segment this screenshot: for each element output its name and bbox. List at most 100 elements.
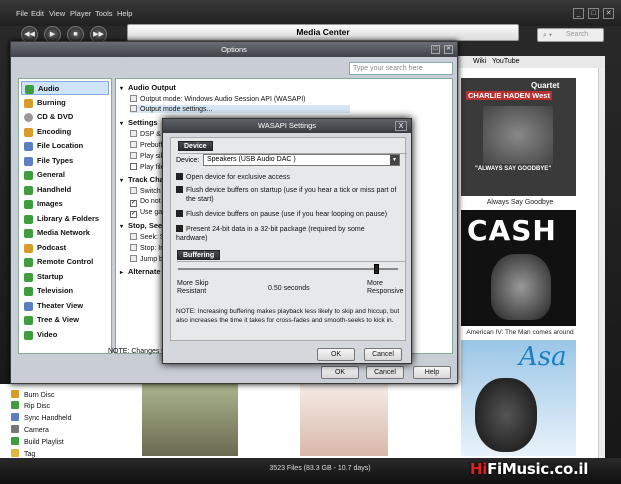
output-mode-row[interactable]: Output mode: Windows Audio Session API (… [130,95,305,103]
menu-edit[interactable]: Edit [31,9,44,18]
options-help-button[interactable]: Help [413,366,451,379]
nav-file-types[interactable]: File Types [21,154,109,168]
present-24bit-row[interactable]: Present 24-bit data in a 32-bit package … [176,225,398,243]
flush-pause-row[interactable]: Flush device buffers on pause (use if yo… [176,210,398,219]
camera-icon [11,425,19,433]
album-photo [475,378,537,452]
wasapi-settings-dialog: WASAPI Settings X Device Device: Speaker… [162,118,412,364]
nav-file-location[interactable]: File Location [21,139,109,153]
nav-tree-view[interactable]: Tree & View [21,313,109,327]
collapse-arrow-icon: ▾ [120,178,124,184]
nav-general[interactable]: General [21,168,109,182]
tab-youtube[interactable]: YouTube [492,58,520,65]
options-ok-button[interactable]: OK [321,366,359,379]
theater-icon [24,302,33,311]
close-icon[interactable]: ✕ [603,8,614,19]
tree-item-rip-disc[interactable]: Rip Disc [11,401,50,410]
menu-file[interactable]: File [16,9,28,18]
device-select[interactable]: Speakers (USB Audio DAC ) ▼ [203,154,400,166]
nav-label: Burning [37,98,66,107]
encoding-icon [24,128,33,137]
row-label: Flush device buffers on pause (use if yo… [186,211,388,218]
thumbnail-2[interactable] [300,384,388,456]
row-label: Output mode settings... [140,106,213,113]
row-label: Output mode: Windows Audio Session API (… [140,96,306,103]
close-icon[interactable]: X [395,121,407,131]
do-not-play-checkbox[interactable]: ✓ [130,200,137,207]
slider-right-label: More Responsive [367,280,404,295]
nav-podcast[interactable]: Podcast [21,241,109,255]
menu-view[interactable]: View [49,9,65,18]
switch-tracks-icon [130,187,137,194]
buffering-slider-track[interactable] [178,268,398,270]
nav-label: Images [37,199,63,208]
album-always-say-goodbye[interactable]: Quartet CHARLIE HADEN West "ALWAYS SAY G… [461,78,576,208]
nav-television[interactable]: Television [21,284,109,298]
nav-label: File Types [37,156,74,165]
images-icon [24,200,33,209]
menu-player[interactable]: Player [70,9,91,18]
nav-label: Audio [38,84,60,93]
tree-item-sync-handheld[interactable]: Sync Handheld [11,413,71,422]
nav-label: File Location [37,141,84,150]
nav-label: Video [37,330,58,339]
menu-tools[interactable]: Tools [95,9,113,18]
slider-value-label: 0.50 seconds [268,285,310,292]
nav-encoding[interactable]: Encoding [21,125,109,139]
options-cancel-button[interactable]: Cancel [366,366,404,379]
play-files-checkbox[interactable] [130,163,137,170]
tree-item-label: Build Playlist [24,439,64,446]
nav-library-folders[interactable]: Library & Folders [21,212,109,226]
burning-icon [24,99,33,108]
album-pane-scrollbar[interactable] [598,68,605,458]
nav-media-network[interactable]: Media Network [21,226,109,240]
menu-help[interactable]: Help [117,9,132,18]
close-icon[interactable]: ✕ [444,45,453,54]
maximize-icon[interactable]: □ [588,8,599,19]
tree-item-build-playlist[interactable]: Build Playlist [11,437,64,446]
album-art-text: CASH [467,214,557,247]
use-gapless-checkbox[interactable]: ✓ [130,211,137,218]
thumbnail-1[interactable] [142,384,238,456]
output-mode-settings-row[interactable]: Output mode settings... [130,105,350,113]
nav-startup[interactable]: Startup [21,270,109,284]
brand-prefix: Hi [470,460,488,478]
album-photo [483,106,553,164]
buffering-slider-thumb[interactable] [373,264,379,274]
flush-startup-checkbox[interactable] [176,186,183,193]
nav-burning[interactable]: Burning [21,96,109,110]
wasapi-cancel-button[interactable]: Cancel [364,348,402,361]
album-asa[interactable]: Asa [461,340,576,456]
flush-startup-row[interactable]: Flush device buffers on startup (use if … [176,186,398,204]
nav-handheld[interactable]: Handheld [21,183,109,197]
section-label: Audio Output [128,83,176,92]
nav-video[interactable]: Video [21,328,109,342]
tree-item-burn-disc[interactable]: Burn Disc [11,390,54,399]
album-american-iv[interactable]: CASH American IV: The Man comes around [461,210,576,338]
flush-pause-checkbox[interactable] [176,210,183,217]
nav-images[interactable]: Images [21,197,109,211]
nav-remote-control[interactable]: Remote Control [21,255,109,269]
tree-item-camera[interactable]: Camera [11,425,49,434]
search-input[interactable]: ⌕ ▾ Search [537,28,604,42]
section-audio-output[interactable]: ▾ Audio Output [120,83,176,92]
nav-audio[interactable]: Audio [21,81,109,95]
exclusive-access-row[interactable]: Open device for exclusive access [176,173,398,182]
present-24bit-checkbox[interactable] [176,225,183,232]
playlist-icon [11,437,19,445]
output-mode-icon [130,95,137,102]
album-art-pane: Quartet CHARLIE HADEN West "ALWAYS SAY G… [455,68,605,458]
minimize-icon[interactable]: _ [573,8,584,19]
thumbnail-strip [118,380,455,458]
tree-item-tag[interactable]: Tag [11,449,35,458]
nav-theater-view[interactable]: Theater View [21,299,109,313]
exclusive-access-checkbox[interactable] [176,173,183,180]
restore-icon[interactable]: □ [431,45,440,54]
handheld-icon [11,413,19,421]
nav-cd-dvd[interactable]: CD & DVD [21,110,109,124]
tab-wiki[interactable]: Wiki [473,58,486,65]
options-search-input[interactable]: Type your search here [349,62,453,75]
jump-icon [130,255,137,262]
section-settings[interactable]: ▾ Settings [120,118,158,127]
wasapi-ok-button[interactable]: OK [317,348,355,361]
